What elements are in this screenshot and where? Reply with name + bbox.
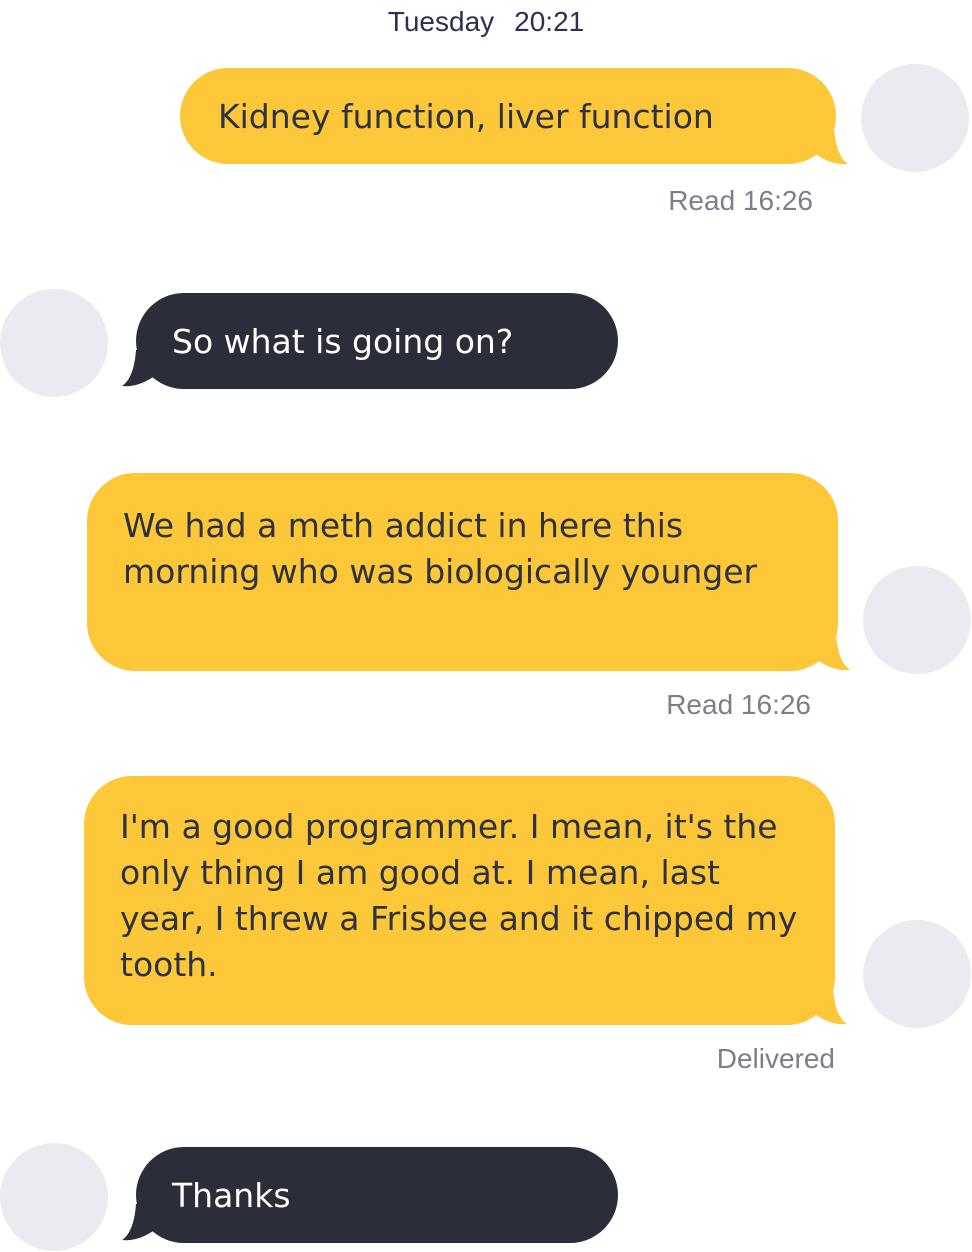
avatar: [863, 566, 971, 674]
message-bubble-sent[interactable]: Kidney function, liver function: [180, 68, 836, 164]
message-bubble-sent[interactable]: I'm a good programmer. I mean, it's the …: [84, 776, 835, 1025]
message-bubble-sent[interactable]: We had a meth addict in here this mornin…: [87, 473, 838, 671]
avatar: [863, 920, 971, 1028]
bubble-tail: [808, 128, 848, 165]
conversation-timestamp: Tuesday 20:21: [0, 6, 972, 38]
delivery-status: Delivered: [716, 1043, 835, 1074]
message-text: I'm a good programmer. I mean, it's the …: [120, 807, 808, 984]
message-text: Kidney function, liver function: [218, 97, 714, 136]
avatar: [0, 1143, 108, 1251]
avatar: [861, 64, 969, 172]
message-text: We had a meth addict in here this mornin…: [123, 506, 758, 591]
message-bubble-received[interactable]: So what is going on?: [136, 293, 618, 389]
message-bubble-received[interactable]: Thanks: [136, 1147, 618, 1243]
timestamp-day: Tuesday: [387, 6, 495, 37]
bubble-tail: [810, 634, 850, 671]
read-receipt: Read 16:26: [668, 185, 813, 216]
message-text: So what is going on?: [172, 322, 514, 361]
message-text: Thanks: [172, 1176, 291, 1215]
read-receipt: Read 16:26: [666, 689, 811, 720]
timestamp-time: 20:21: [514, 6, 585, 37]
avatar: [0, 289, 108, 397]
bubble-tail: [807, 988, 847, 1025]
